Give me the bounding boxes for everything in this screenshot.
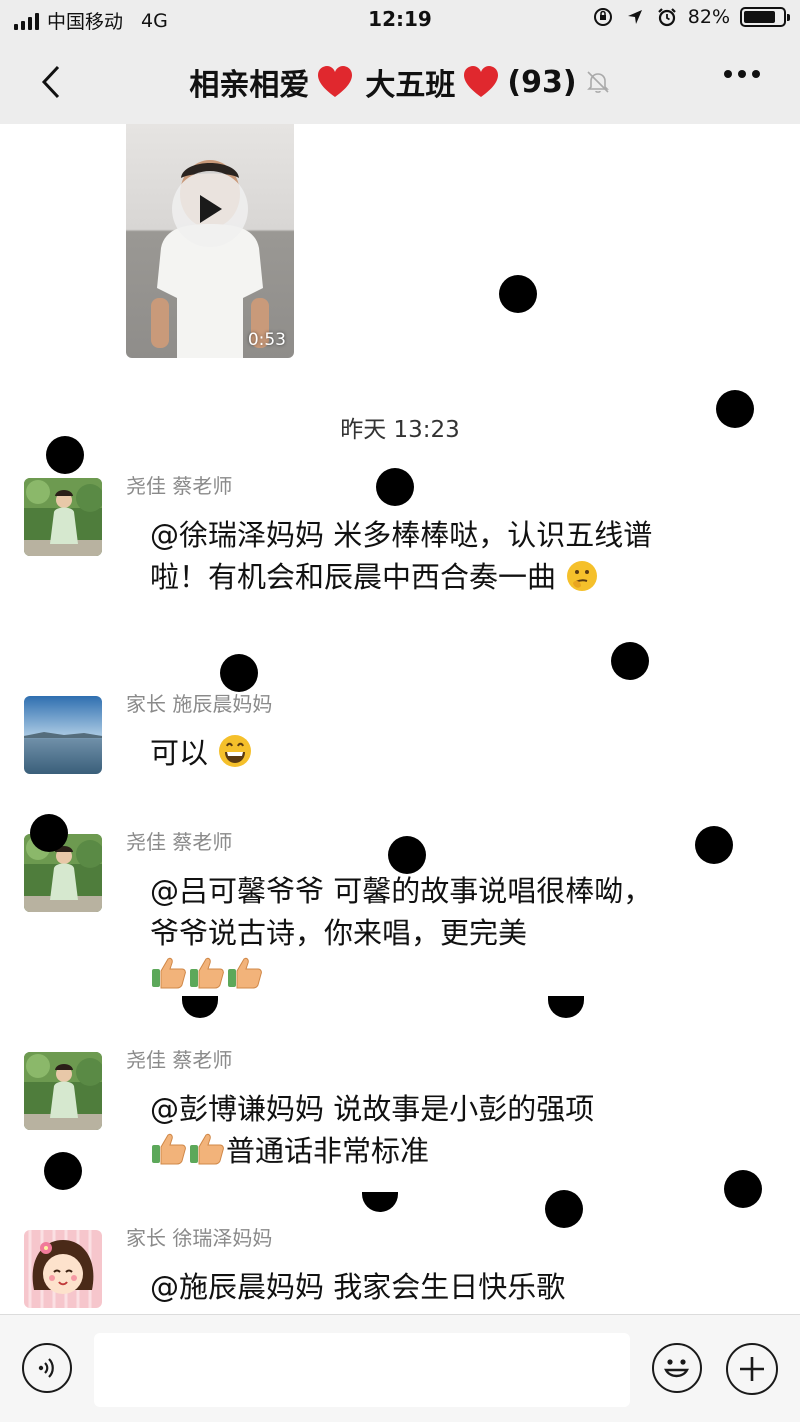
overlay-dot <box>44 1152 82 1190</box>
battery-icon <box>740 7 790 27</box>
overlay-dot <box>30 814 68 852</box>
voice-button[interactable] <box>22 1343 72 1393</box>
orientation-lock-icon <box>592 6 614 28</box>
avatar-photo-garden <box>24 1052 102 1130</box>
more-button[interactable] <box>724 70 760 78</box>
more-actions-button[interactable] <box>726 1343 778 1395</box>
sender-name: 家长 徐瑞泽妈妈 <box>126 1226 273 1250</box>
grinning-face-emoji <box>219 735 252 767</box>
overlay-dot <box>376 468 414 506</box>
status-right: 82% <box>592 6 790 28</box>
message-text[interactable]: @施辰晨妈妈 我家会生日快乐歌 <box>150 1266 670 1308</box>
smiley-icon <box>664 1359 689 1378</box>
group-name-part1: 相亲相爱 <box>189 68 310 103</box>
thumbs-up-emoji <box>190 1133 224 1165</box>
overlay-dot <box>182 996 218 1018</box>
message-timestamp: 昨天 13:23 <box>340 417 460 443</box>
video-message[interactable]: 0:53 <box>126 124 294 358</box>
avatar[interactable] <box>24 478 102 556</box>
thinking-face-emoji <box>567 561 598 591</box>
message-input[interactable] <box>94 1333 630 1407</box>
heart-icon <box>318 66 353 97</box>
sender-name: 尧佳 蔡老师 <box>126 474 233 498</box>
play-icon <box>200 195 222 223</box>
status-bar: 中国移动 4G 12:19 82% <box>0 0 800 40</box>
input-bar <box>0 1314 800 1422</box>
avatar-photo-garden <box>24 478 102 556</box>
overlay-dot <box>499 275 537 313</box>
emoji-button[interactable] <box>652 1343 702 1393</box>
message-text[interactable]: @吕可馨爷爷 可馨的故事说唱很棒呦，爷爷说古诗，你来唱，更完美 <box>150 870 670 996</box>
alarm-icon <box>656 6 678 28</box>
avatar-cartoon-girl <box>24 1230 102 1308</box>
battery-percent: 82% <box>687 6 730 28</box>
voice-icon <box>38 1358 54 1378</box>
sender-name: 尧佳 蔡老师 <box>126 830 233 854</box>
avatar[interactable] <box>24 1052 102 1130</box>
bell-off-icon <box>586 71 609 93</box>
member-count: (93) <box>507 64 577 100</box>
overlay-dot <box>220 654 258 692</box>
overlay-dot <box>388 836 426 874</box>
message-text[interactable]: @徐瑞泽妈妈 米多棒棒哒，认识五线谱啦！有机会和辰晨中西合奏一曲 <box>150 514 670 598</box>
message-text[interactable]: @彭博谦妈妈 说故事是小彭的强项 普通话非常标准 <box>150 1088 670 1172</box>
group-name-part2: 大五班 <box>365 68 456 103</box>
location-icon <box>624 6 646 28</box>
overlay-dot <box>548 996 584 1018</box>
nav-bar: 相亲相爱 大五班 (93) <box>0 40 800 124</box>
overlay-dot <box>545 1190 583 1228</box>
overlay-dot <box>724 1170 762 1208</box>
overlay-dot <box>695 826 733 864</box>
heart-icon <box>464 66 499 97</box>
avatar-photo-lake <box>24 696 102 774</box>
avatar[interactable] <box>24 1230 102 1308</box>
thumbs-up-emoji <box>152 957 186 989</box>
overlay-dot <box>362 1192 398 1212</box>
sender-name: 家长 施辰晨妈妈 <box>126 692 273 716</box>
avatar[interactable] <box>24 696 102 774</box>
thumbs-up-emoji <box>152 1133 186 1165</box>
plus-icon <box>740 1357 764 1381</box>
overlay-dot <box>611 642 649 680</box>
video-duration: 0:53 <box>247 330 286 350</box>
chat-area[interactable]: 0:53 昨天 13:23 尧佳 蔡老师 @徐瑞泽妈妈 米多棒棒哒，认识五线谱啦… <box>0 124 800 1314</box>
more-dots-icon <box>724 70 732 78</box>
sender-name: 尧佳 蔡老师 <box>126 1048 233 1072</box>
message-text[interactable]: 可以 <box>150 732 670 774</box>
thumbs-up-emoji <box>190 957 224 989</box>
chat-title: 相亲相爱 大五班 (93) <box>0 60 800 104</box>
thumbs-up-emoji <box>228 957 262 989</box>
play-button[interactable] <box>172 171 248 247</box>
overlay-dot <box>716 390 754 428</box>
overlay-dot <box>46 436 84 474</box>
